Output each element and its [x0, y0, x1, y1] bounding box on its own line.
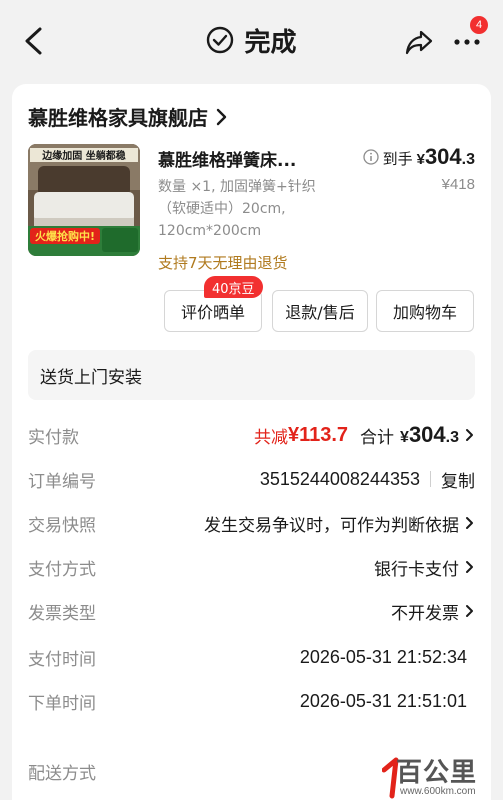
refund-button[interactable]: 退款/售后	[272, 290, 368, 332]
chevron-right-icon	[466, 517, 473, 529]
image-caption: 边缘加固 坐躺都稳	[41, 149, 125, 162]
store-link[interactable]: 慕胜维格家具旗舰店	[28, 102, 228, 131]
image-sale-text: 火爆抢购中!	[35, 229, 95, 243]
store-name: 慕胜维格家具旗舰店	[28, 106, 208, 130]
row-order-number: 订单编号 3515244008244353 复制	[28, 464, 475, 494]
page-title: 完成	[244, 27, 297, 58]
discount-text: 共减	[253, 427, 288, 448]
order-time-value: 2026-05-31 21:51:01	[299, 690, 467, 711]
product-image[interactable]: 边缘加固 坐躺都稳 火爆抢购中!	[28, 144, 140, 256]
row-pay-time: 支付时间 2026-05-31 21:52:34	[28, 642, 475, 672]
final-price: 到手 ¥304.3	[362, 144, 475, 170]
invoice-value: 不开发票	[391, 603, 459, 624]
top-bar: 完成 4	[0, 0, 503, 80]
price-label: 到手	[382, 150, 413, 168]
row-payment-method[interactable]: 支付方式 银行卡支付	[28, 552, 475, 582]
invoice-label: 发票类型	[28, 603, 96, 624]
info-icon[interactable]	[362, 149, 379, 165]
return-policy: 支持7天无理由退货	[158, 254, 288, 272]
total-text: 合计	[360, 427, 395, 448]
notification-badge: 4	[470, 16, 488, 34]
share-icon[interactable]	[404, 28, 434, 56]
divider	[430, 471, 431, 487]
paid-label: 实付款	[28, 427, 79, 448]
pay-time-value: 2026-05-31 21:52:34	[299, 646, 467, 667]
payment-method-value: 银行卡支付	[374, 559, 459, 580]
chevron-right-icon	[216, 108, 227, 125]
order-time-label: 下单时间	[28, 693, 96, 714]
payment-method-label: 支付方式	[28, 559, 96, 580]
chevron-right-icon	[466, 605, 473, 617]
row-invoice[interactable]: 发票类型 不开发票	[28, 596, 475, 626]
check-circle-icon	[207, 26, 234, 54]
reward-badge: 40京豆	[204, 276, 263, 298]
service-label: 送货上门安装	[40, 367, 142, 388]
order-card: 慕胜维格家具旗舰店 边缘加固 坐躺都稳 火爆抢购中! 慕胜维格弹簧床... 数量…	[12, 84, 491, 800]
chevron-right-icon	[466, 429, 473, 441]
order-number-label: 订单编号	[28, 471, 96, 492]
service-box: 送货上门安装	[28, 350, 475, 400]
delivery-label: 配送方式	[28, 763, 96, 784]
copy-button[interactable]: 复制	[441, 467, 475, 492]
product-spec: 数量 ×1, 加固弹簧+针织（软硬适中）20cm, 120cm*200cm	[158, 179, 316, 239]
price-value: ¥304.3	[416, 144, 475, 169]
watermark-url: www.600km.com	[400, 786, 476, 797]
total-amount: ¥304.3	[400, 422, 459, 447]
watermark-text: 百公里	[396, 758, 478, 788]
chevron-right-icon	[466, 561, 473, 573]
snapshot-label: 交易快照	[28, 515, 96, 536]
original-price: ¥418	[441, 176, 475, 193]
snapshot-value: 发生交易争议时，可作为判断依据	[204, 515, 459, 536]
more-icon[interactable]	[452, 32, 482, 52]
discount-amount: ¥113.7	[287, 423, 349, 446]
row-snapshot[interactable]: 交易快照 发生交易争议时，可作为判断依据	[28, 508, 475, 538]
order-number-value: 3515244008244353	[259, 468, 420, 489]
add-to-cart-button[interactable]: 加购物车	[376, 290, 474, 332]
row-order-time: 下单时间 2026-05-31 21:51:01	[28, 686, 475, 716]
product-title[interactable]: 慕胜维格弹簧床...	[158, 146, 296, 171]
pay-time-label: 支付时间	[28, 649, 96, 670]
row-paid[interactable]: 实付款 共减 ¥113.7 合计 ¥304.3	[28, 420, 475, 450]
